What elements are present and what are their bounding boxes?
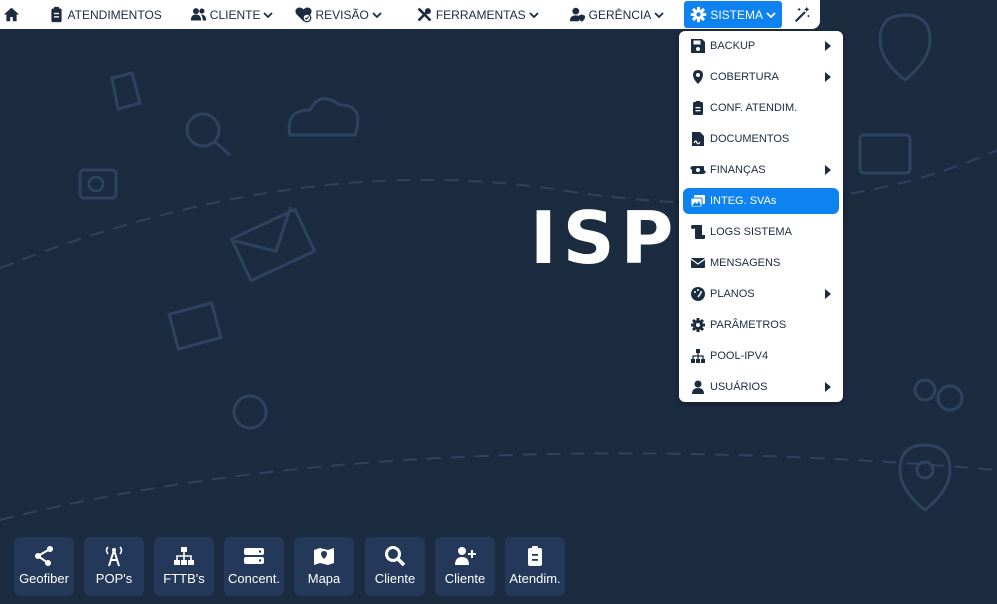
top-navigation: ATENDIMENTOS CLIENTE REVISÃO FERRAMENTAS… bbox=[0, 0, 820, 29]
search-icon bbox=[385, 546, 406, 567]
nav-cliente-label: CLIENTE bbox=[209, 7, 261, 22]
sitemap-icon bbox=[691, 349, 705, 363]
speedometer-icon bbox=[691, 287, 705, 301]
quick-cliente-search-button[interactable]: Cliente bbox=[365, 537, 425, 596]
nav-sistema-label: SISTEMA bbox=[710, 7, 763, 22]
network-icon bbox=[174, 547, 194, 565]
chevron-down-icon bbox=[372, 11, 382, 18]
document-sign-icon bbox=[692, 132, 704, 146]
users-icon bbox=[190, 8, 206, 21]
quick-label: Concent. bbox=[227, 571, 281, 586]
quick-label: Atendim. bbox=[509, 571, 561, 586]
caret-right-icon bbox=[825, 382, 831, 392]
sistema-dropdown-menu: BACKUP COBERTURA CONF. ATENDIM. DOCUMENT… bbox=[679, 31, 843, 402]
quick-cliente-add-button[interactable]: Cliente bbox=[435, 537, 495, 596]
menu-item-conf-atendim[interactable]: CONF. ATENDIM. bbox=[683, 95, 839, 121]
user-icon bbox=[692, 380, 704, 394]
menu-item-logs-sistema[interactable]: LOGS SISTEMA bbox=[683, 219, 839, 245]
home-icon bbox=[3, 7, 19, 22]
gear-icon bbox=[691, 6, 707, 23]
menu-item-label: PLANOS bbox=[710, 288, 755, 300]
save-icon bbox=[691, 39, 705, 53]
tools-icon bbox=[417, 7, 432, 22]
magic-button[interactable] bbox=[788, 0, 820, 29]
share-nodes-icon bbox=[35, 546, 53, 566]
quick-label: Cliente bbox=[444, 571, 486, 586]
quick-label: Cliente bbox=[374, 571, 416, 586]
menu-item-usuarios[interactable]: USUÁRIOS bbox=[683, 374, 839, 400]
quick-label: Geofiber bbox=[19, 571, 69, 586]
quick-pops-button[interactable]: POP's bbox=[84, 537, 144, 596]
quick-label: FTTB's bbox=[163, 571, 205, 586]
quick-mapa-button[interactable]: Mapa bbox=[294, 537, 354, 596]
menu-item-label: INTEG. SVAs bbox=[710, 195, 777, 207]
server-icon bbox=[244, 548, 264, 564]
nav-revisao[interactable]: REVISÃO bbox=[289, 0, 387, 29]
chevron-down-icon bbox=[263, 11, 274, 18]
nav-ferramentas-label: FERRAMENTAS bbox=[435, 7, 526, 22]
menu-item-documentos[interactable]: DOCUMENTOS bbox=[683, 126, 839, 152]
photo-images-icon bbox=[690, 195, 705, 208]
nav-revisao-label: REVISÃO bbox=[315, 7, 369, 22]
menu-item-label: MENSAGENS bbox=[710, 257, 781, 269]
menu-item-pool-ipv4[interactable]: POOL-IPV4 bbox=[683, 343, 839, 369]
menu-item-mensagens[interactable]: MENSAGENS bbox=[683, 250, 839, 276]
menu-item-backup[interactable]: BACKUP bbox=[683, 33, 839, 59]
map-pin-icon bbox=[693, 70, 703, 84]
menu-item-label: FINANÇAS bbox=[710, 164, 766, 176]
menu-item-cobertura[interactable]: COBERTURA bbox=[683, 64, 839, 90]
isp-logo: ISP bbox=[530, 196, 680, 280]
menu-item-label: POOL-IPV4 bbox=[710, 350, 769, 362]
chevron-down-icon bbox=[528, 11, 539, 18]
nav-sistema[interactable]: SISTEMA bbox=[684, 1, 782, 28]
menu-item-parametros[interactable]: PARÂMETROS bbox=[683, 312, 839, 338]
caret-right-icon bbox=[825, 165, 831, 175]
heart-check-icon bbox=[295, 7, 313, 23]
clipboard-icon bbox=[528, 546, 542, 566]
money-exchange-icon bbox=[690, 166, 706, 174]
background-decoration bbox=[0, 13, 997, 521]
chevron-down-icon bbox=[766, 11, 776, 18]
gear-icon bbox=[691, 318, 705, 332]
menu-item-label: CONF. ATENDIM. bbox=[710, 102, 798, 114]
menu-item-label: COBERTURA bbox=[710, 71, 779, 83]
caret-right-icon bbox=[825, 72, 831, 82]
menu-item-label: DOCUMENTOS bbox=[710, 133, 790, 145]
menu-item-label: BACKUP bbox=[710, 40, 756, 52]
menu-item-financas[interactable]: FINANÇAS bbox=[683, 157, 839, 183]
clipboard-icon bbox=[693, 101, 703, 115]
quick-fttbs-button[interactable]: FTTB's bbox=[154, 537, 214, 596]
map-icon bbox=[314, 548, 334, 565]
caret-right-icon bbox=[825, 41, 831, 51]
broadcast-tower-icon bbox=[105, 546, 123, 567]
nav-ferramentas[interactable]: FERRAMENTAS bbox=[410, 0, 545, 29]
user-plus-icon bbox=[455, 547, 476, 565]
envelope-icon bbox=[690, 258, 706, 268]
nav-gerencia-label: GERÊNCIA bbox=[588, 7, 652, 22]
quick-concent-button[interactable]: Concent. bbox=[224, 537, 284, 596]
menu-item-label: PARÂMETROS bbox=[710, 319, 787, 331]
quick-geofiber-button[interactable]: Geofiber bbox=[14, 537, 74, 596]
menu-item-label: USUÁRIOS bbox=[710, 381, 768, 393]
quick-label: POP's bbox=[95, 571, 133, 586]
menu-item-label: LOGS SISTEMA bbox=[710, 226, 792, 238]
quick-label: Mapa bbox=[307, 571, 341, 586]
scroll-icon bbox=[691, 225, 705, 239]
caret-right-icon bbox=[825, 289, 831, 299]
home-button[interactable] bbox=[0, 0, 30, 29]
user-shield-icon bbox=[569, 7, 585, 22]
chevron-down-icon bbox=[654, 11, 664, 18]
clipboard-icon bbox=[50, 6, 62, 23]
nav-cliente[interactable]: CLIENTE bbox=[184, 0, 280, 29]
nav-atendimentos[interactable]: ATENDIMENTOS bbox=[42, 0, 168, 29]
magic-wand-icon bbox=[794, 6, 810, 23]
quick-atendim-button[interactable]: Atendim. bbox=[505, 537, 565, 596]
menu-item-integ-svas[interactable]: INTEG. SVAs bbox=[683, 188, 839, 214]
menu-item-planos[interactable]: PLANOS bbox=[683, 281, 839, 307]
nav-atendimentos-label: ATENDIMENTOS bbox=[67, 7, 162, 22]
nav-gerencia[interactable]: GERÊNCIA bbox=[563, 0, 671, 29]
